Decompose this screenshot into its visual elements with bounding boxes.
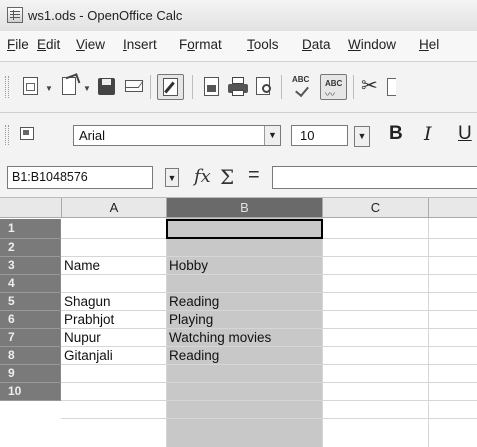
- formula-input[interactable]: [272, 166, 477, 189]
- row-header-9[interactable]: 9: [0, 365, 61, 383]
- font-size-box[interactable]: 10: [291, 125, 348, 146]
- menu-insert[interactable]: Insert: [123, 37, 157, 52]
- cell-b6[interactable]: Playing: [169, 311, 213, 329]
- menu-format[interactable]: Format: [179, 37, 222, 52]
- menu-help[interactable]: Hel: [419, 37, 439, 52]
- menu-bar: File Edit View Insert Format Tools Data …: [0, 31, 477, 62]
- toolbar-grip[interactable]: [5, 125, 9, 145]
- toolbar-separator: [150, 75, 151, 99]
- cell-a6[interactable]: Prabhjot: [64, 311, 114, 329]
- row-header-3[interactable]: 3: [0, 257, 61, 275]
- toolbar-separator: [353, 75, 354, 99]
- menu-view[interactable]: View: [76, 37, 105, 52]
- cut-icon[interactable]: ✂: [361, 75, 383, 98]
- font-size-dropdown-icon[interactable]: ▼: [354, 126, 370, 147]
- column-header-c[interactable]: C: [323, 198, 429, 218]
- row-header-4[interactable]: 4: [0, 275, 61, 293]
- spellcheck-icon[interactable]: ABC: [290, 75, 316, 98]
- page-preview-icon[interactable]: [253, 76, 275, 98]
- toolbar-grip[interactable]: [5, 76, 9, 98]
- italic-button[interactable]: I: [424, 123, 432, 145]
- row-header-5[interactable]: 5: [0, 293, 61, 311]
- menu-edit[interactable]: Edit: [37, 37, 60, 52]
- font-name-box[interactable]: Arial ▼: [73, 125, 281, 146]
- active-cell-cursor[interactable]: [166, 219, 323, 239]
- cell-b5[interactable]: Reading: [169, 293, 219, 311]
- cell-a5[interactable]: Shagun: [64, 293, 111, 311]
- copy-icon[interactable]: [387, 78, 396, 96]
- font-name-value: Arial: [79, 128, 106, 143]
- row-header-7[interactable]: 7: [0, 329, 61, 347]
- save-icon[interactable]: [96, 77, 118, 99]
- name-box[interactable]: B1:B1048576: [7, 166, 153, 189]
- name-box-value: B1:B1048576: [12, 170, 88, 184]
- menu-window[interactable]: Window: [348, 37, 396, 52]
- open-icon[interactable]: [58, 73, 81, 97]
- function-wizard-button[interactable]: fx: [194, 166, 211, 187]
- new-icon[interactable]: [20, 75, 42, 97]
- function-button[interactable]: =: [248, 164, 260, 187]
- row-header-1[interactable]: 1: [0, 219, 61, 239]
- sum-button[interactable]: Σ: [220, 165, 234, 189]
- toolbar-separator: [192, 75, 193, 99]
- edit-file-icon[interactable]: [157, 74, 184, 100]
- cell-a8[interactable]: Gitanjali: [64, 347, 113, 365]
- cell-b8[interactable]: Reading: [169, 347, 219, 365]
- menu-file[interactable]: File: [7, 37, 29, 52]
- toolbar-separator: [281, 75, 282, 99]
- chevron-down-icon[interactable]: ▼: [264, 126, 280, 145]
- email-icon[interactable]: [123, 77, 145, 99]
- cell-a3[interactable]: Name: [64, 257, 100, 275]
- open-dropdown-icon[interactable]: ▼: [83, 84, 91, 93]
- formula-bar: B1:B1048576 ▼ fx Σ =: [0, 157, 477, 198]
- new-dropdown-icon[interactable]: ▼: [45, 84, 53, 93]
- underline-button[interactable]: U: [458, 123, 472, 145]
- cell-b3[interactable]: Hobby: [169, 257, 208, 275]
- column-header-a[interactable]: A: [62, 198, 167, 218]
- formatting-toolbar: Arial ▼ 10 ▼ B I U: [0, 113, 477, 158]
- print-icon[interactable]: [227, 76, 249, 98]
- row-header-6[interactable]: 6: [0, 311, 61, 329]
- export-pdf-icon[interactable]: [201, 76, 223, 98]
- column-header-b[interactable]: B: [167, 198, 323, 218]
- autospellcheck-icon[interactable]: ABC 〰: [320, 74, 347, 101]
- title-bar: ws1.ods - OpenOffice Calc: [0, 0, 477, 32]
- menu-data[interactable]: Data: [302, 37, 331, 52]
- name-box-dropdown-icon[interactable]: ▼: [165, 168, 179, 187]
- window-title: ws1.ods - OpenOffice Calc: [28, 8, 183, 23]
- row-header-8[interactable]: 8: [0, 347, 61, 365]
- cell-a7[interactable]: Nupur: [64, 329, 101, 347]
- calc-app-icon: [7, 7, 23, 23]
- column-header-d[interactable]: [429, 198, 477, 218]
- bold-button[interactable]: B: [389, 123, 403, 145]
- font-size-value: 10: [300, 128, 315, 143]
- select-all-corner[interactable]: [0, 198, 62, 218]
- row-header-2[interactable]: 2: [0, 239, 61, 257]
- row-header-10[interactable]: 10: [0, 383, 61, 401]
- menu-tools[interactable]: Tools: [247, 37, 279, 52]
- standard-toolbar: ▼ ▼ ABC ABC 〰 ✂: [0, 62, 477, 113]
- styles-formatting-icon[interactable]: [18, 124, 40, 146]
- cell-b7[interactable]: Watching movies: [169, 329, 271, 347]
- sheet-grid[interactable]: A B C 1 2 3 4 5 6 7 8 9 10 Name Hobby Sh…: [0, 198, 477, 447]
